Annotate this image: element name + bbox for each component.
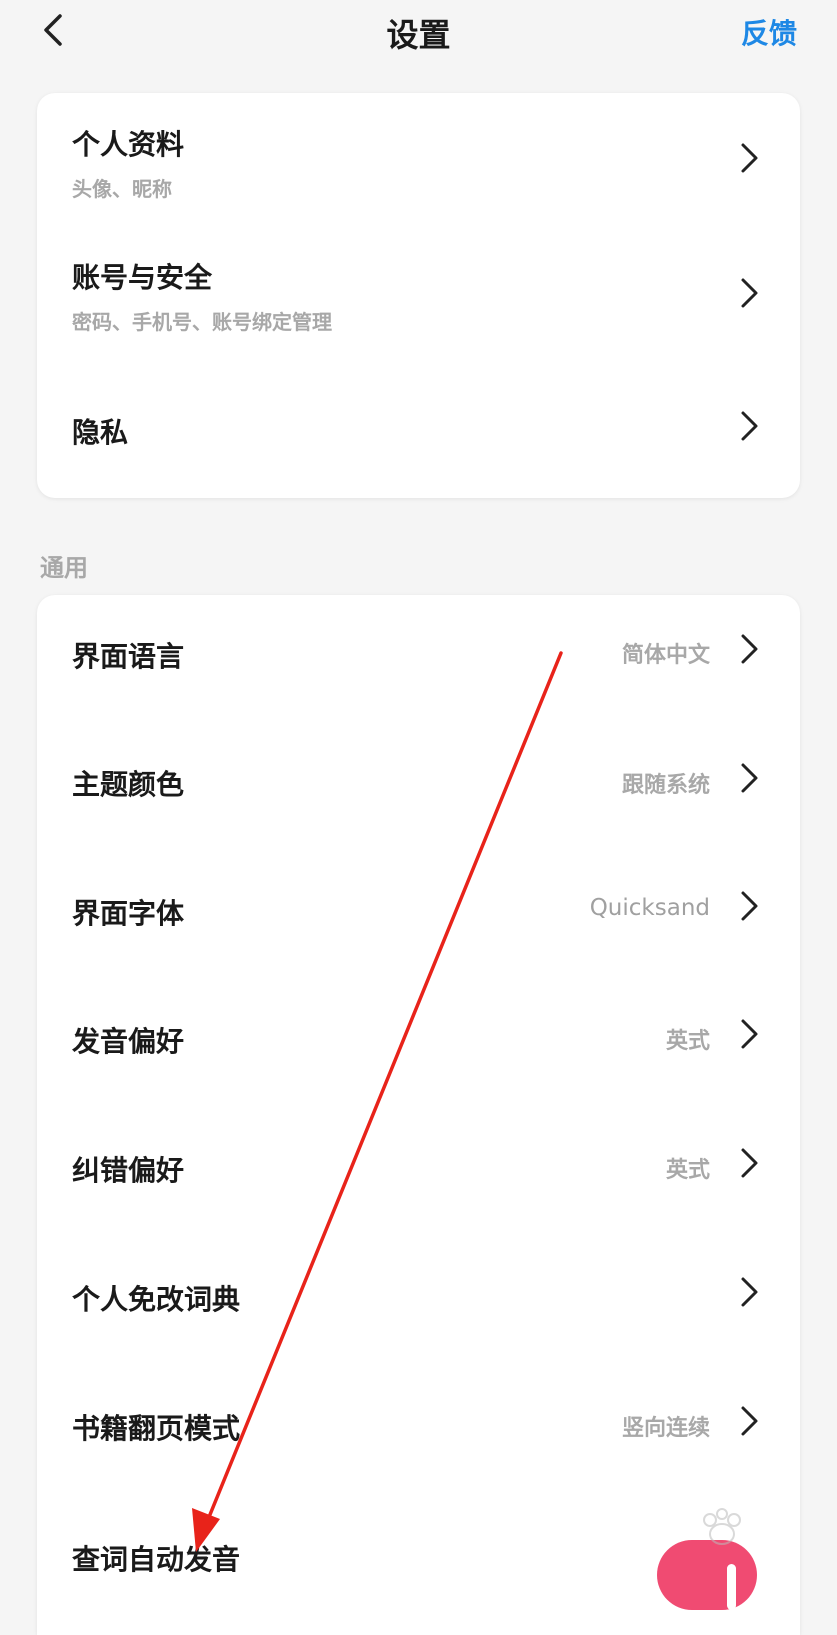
row-label: 账号与安全 [72, 261, 213, 294]
settings-row-page-turn-mode[interactable]: 书籍翻页模式 竖向连续 [37, 1375, 800, 1505]
settings-row-theme-color[interactable]: 主题颜色 跟随系统 [37, 725, 800, 855]
row-value: Quicksand [589, 895, 710, 921]
chevron-right-icon [741, 411, 758, 441]
row-value: 英式 [665, 1029, 710, 1054]
settings-row-personal-dictionary[interactable]: 个人免改词典 [37, 1245, 800, 1375]
settings-row-pronunciation-preference[interactable]: 发音偏好 英式 [37, 985, 800, 1115]
row-label: 界面语言 [72, 640, 185, 673]
row-value: 简体中文 [621, 643, 710, 668]
row-label: 查词自动发音 [72, 1543, 241, 1576]
row-label: 界面字体 [72, 897, 185, 930]
general-settings-card: 界面语言 简体中文 主题颜色 跟随系统 界面字体 Quicksand 发音偏好 … [37, 595, 800, 1635]
row-value: 跟随系统 [621, 773, 710, 798]
chevron-right-icon [741, 278, 758, 308]
chevron-right-icon [741, 634, 758, 664]
settings-row-interface-language[interactable]: 界面语言 简体中文 [37, 595, 800, 725]
feedback-button[interactable]: 反馈 [741, 12, 797, 52]
row-label: 书籍翻页模式 [72, 1412, 241, 1445]
row-subtitle: 密码、手机号、账号绑定管理 [72, 310, 332, 334]
toggle-knob [727, 1564, 736, 1610]
row-label: 个人资料 [72, 128, 185, 161]
chevron-right-icon [741, 143, 758, 173]
settings-row-privacy[interactable]: 隐私 [37, 361, 800, 498]
chevron-right-icon [741, 1148, 758, 1178]
row-value: 英式 [665, 1158, 710, 1183]
row-label: 个人免改词典 [72, 1283, 241, 1316]
chevron-right-icon [741, 891, 758, 921]
row-value: 竖向连续 [621, 1416, 710, 1441]
chevron-right-icon [741, 763, 758, 793]
settings-row-profile[interactable]: 个人资料 头像、昵称 [37, 93, 800, 226]
settings-row-account-security[interactable]: 账号与安全 密码、手机号、账号绑定管理 [37, 226, 800, 361]
chevron-right-icon [741, 1406, 758, 1436]
row-subtitle: 头像、昵称 [72, 177, 172, 201]
chevron-right-icon [741, 1277, 758, 1307]
section-title-general: 通用 [40, 554, 88, 582]
row-label: 发音偏好 [72, 1025, 185, 1058]
row-label: 主题颜色 [72, 768, 185, 801]
chevron-right-icon [741, 1019, 758, 1049]
settings-row-correction-preference[interactable]: 纠错偏好 英式 [37, 1115, 800, 1245]
app-header: 设置 反馈 [0, 0, 837, 70]
page-title: 设置 [386, 16, 451, 54]
account-settings-card: 个人资料 头像、昵称 账号与安全 密码、手机号、账号绑定管理 隐私 [37, 93, 800, 498]
row-label: 纠错偏好 [72, 1154, 185, 1187]
row-label: 隐私 [72, 416, 129, 449]
settings-row-interface-font[interactable]: 界面字体 Quicksand [37, 855, 800, 985]
